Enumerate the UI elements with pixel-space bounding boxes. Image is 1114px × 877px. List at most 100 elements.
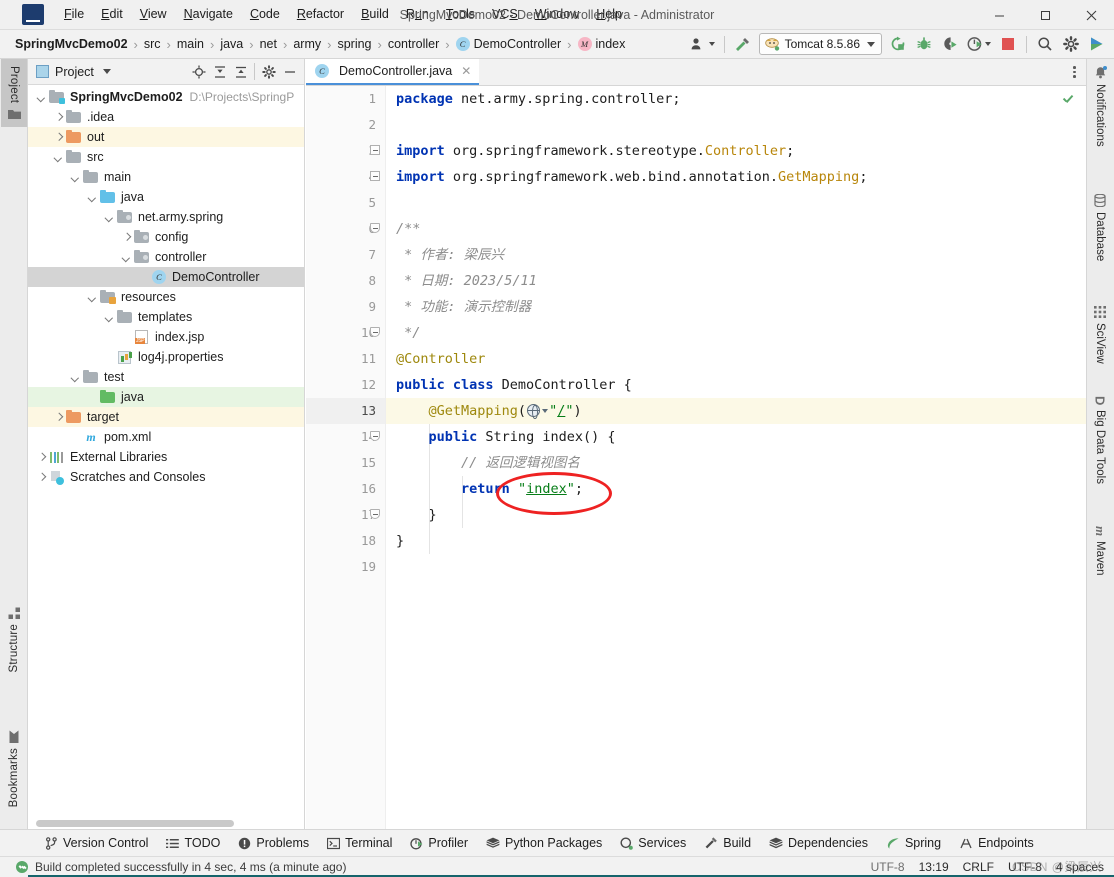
gutter-line-14[interactable]: 14 — [306, 424, 385, 450]
chevron-right-icon[interactable] — [35, 471, 48, 484]
gutter-line-2[interactable]: 2 — [306, 112, 385, 138]
code-line-4[interactable]: import org.springframework.web.bind.anno… — [386, 164, 1086, 190]
breadcrumb-item-net[interactable]: net — [257, 36, 280, 52]
tree-node-target[interactable]: target — [28, 407, 304, 427]
user-settings-icon[interactable] — [688, 32, 718, 56]
gutter-line-3[interactable]: 3 — [306, 138, 385, 164]
status-indent[interactable]: 4 spaces — [1056, 860, 1104, 874]
menu-item-view[interactable]: View — [132, 4, 175, 25]
gutter-line-4[interactable]: 4 — [306, 164, 385, 190]
tree-node-scratches-and-consoles[interactable]: Scratches and Consoles — [28, 467, 304, 487]
gutter-line-17[interactable]: 17 — [306, 502, 385, 528]
tool-window-services[interactable]: Services — [611, 833, 695, 853]
run-configuration-selector[interactable]: Tomcat 8.5.86 — [758, 33, 882, 55]
tool-window-version-control[interactable]: Version Control — [36, 833, 157, 853]
menu-item-help[interactable]: Help — [588, 4, 630, 25]
minimize-button[interactable] — [976, 0, 1022, 30]
debug-icon[interactable] — [912, 32, 936, 56]
editor-tab-democontroller[interactable]: C DemoController.java ✕ — [306, 59, 480, 85]
menu-item-navigate[interactable]: Navigate — [176, 4, 241, 25]
breadcrumb-item-spring[interactable]: spring — [334, 36, 374, 52]
tree-node-net-army-spring[interactable]: net.army.spring — [28, 207, 304, 227]
close-button[interactable] — [1068, 0, 1114, 30]
fold-toggle-icon[interactable] — [370, 509, 381, 520]
tree-node-out[interactable]: out — [28, 127, 304, 147]
code-line-13[interactable]: @GetMapping("/") — [386, 398, 1086, 424]
sidebar-item-structure[interactable]: Structure — [1, 600, 27, 679]
gutter-line-11[interactable]: 11 — [306, 346, 385, 372]
fold-toggle-icon[interactable] — [370, 327, 381, 338]
code-line-10[interactable]: */ — [386, 320, 1086, 346]
editor-gutter[interactable]: 12345678910111213141516171819 — [306, 86, 386, 829]
tool-window-problems[interactable]: Problems — [229, 833, 318, 853]
fold-toggle-icon[interactable] — [370, 171, 381, 182]
menu-item-build[interactable]: Build — [353, 4, 397, 25]
fold-toggle-icon[interactable] — [370, 431, 381, 442]
tool-window-dependencies[interactable]: Dependencies — [760, 833, 877, 853]
tree-node-index-jsp[interactable]: index.jsp — [28, 327, 304, 347]
menu-item-tools[interactable]: Tools — [438, 4, 483, 25]
gutter-line-10[interactable]: 10 — [306, 320, 385, 346]
sidebar-item-sciview[interactable]: SciView — [1087, 299, 1113, 371]
chevron-down-icon[interactable] — [69, 171, 82, 184]
chevron-right-icon[interactable] — [52, 111, 65, 124]
sidebar-item-database[interactable]: Database — [1087, 187, 1113, 268]
breadcrumb[interactable]: SpringMvcDemo02 › src › main › java › net › army › s… — [12, 36, 628, 52]
chevron-down-icon[interactable] — [120, 251, 133, 264]
settings-gear-icon[interactable] — [258, 61, 279, 82]
chevron-right-icon[interactable] — [120, 231, 133, 244]
hide-panel-icon[interactable] — [279, 61, 300, 82]
breadcrumb-item-army[interactable]: army — [290, 36, 324, 52]
code-line-12[interactable]: public class DemoController { — [386, 372, 1086, 398]
breadcrumb-item-springmvcdemo02[interactable]: SpringMvcDemo02 — [12, 36, 131, 52]
settings-gear-icon[interactable] — [1059, 32, 1083, 56]
collapse-all-icon[interactable] — [230, 61, 251, 82]
tool-window-terminal[interactable]: Terminal — [318, 833, 401, 853]
code-line-2[interactable] — [386, 112, 1086, 138]
gutter-line-7[interactable]: 7 — [306, 242, 385, 268]
chevron-down-icon[interactable] — [86, 291, 99, 304]
gutter-line-16[interactable]: 16 — [306, 476, 385, 502]
breadcrumb-item-java[interactable]: java — [217, 36, 246, 52]
tree-node-src[interactable]: src — [28, 147, 304, 167]
gutter-line-1[interactable]: 1 — [306, 86, 385, 112]
menu-item-run[interactable]: Run — [398, 4, 437, 25]
tree-node-templates[interactable]: templates — [28, 307, 304, 327]
code-line-3[interactable]: import org.springframework.stereotype.Co… — [386, 138, 1086, 164]
chevron-right-icon[interactable] — [52, 131, 65, 144]
chevron-down-icon[interactable] — [103, 211, 116, 224]
stop-icon[interactable] — [996, 32, 1020, 56]
project-tree[interactable]: SpringMvcDemo02 D:\Projects\SpringP .idea o… — [28, 85, 304, 829]
more-options-icon[interactable] — [1069, 62, 1080, 82]
chevron-down-icon[interactable] — [69, 371, 82, 384]
tree-node-main[interactable]: main — [28, 167, 304, 187]
code-line-11[interactable]: @Controller — [386, 346, 1086, 372]
code-line-1[interactable]: package net.army.spring.controller; — [386, 86, 1086, 112]
sidebar-item-project[interactable]: Project — [1, 59, 27, 128]
code-line-6[interactable]: /** — [386, 216, 1086, 242]
gutter-line-9[interactable]: 9 — [306, 294, 385, 320]
code-line-14[interactable]: public String index() { — [386, 424, 1086, 450]
close-icon[interactable]: ✕ — [461, 64, 471, 78]
status-line-separator[interactable]: CRLF — [963, 860, 994, 874]
gutter-line-19[interactable]: 19 — [306, 554, 385, 580]
sidebar-item-big-data-tools[interactable]: D Big Data Tools — [1087, 389, 1113, 491]
menu-item-vcs[interactable]: VCS — [484, 4, 526, 25]
tree-node-java[interactable]: java — [28, 387, 304, 407]
tool-window-todo[interactable]: TODO — [157, 833, 229, 853]
code-line-18[interactable]: } — [386, 528, 1086, 554]
status-file-encoding[interactable]: UTF-8 — [1008, 860, 1042, 874]
sidebar-item-maven[interactable]: m Maven — [1087, 519, 1113, 583]
breadcrumb-item-index[interactable]: Mindex — [575, 36, 629, 52]
tree-node-config[interactable]: config — [28, 227, 304, 247]
code-line-5[interactable] — [386, 190, 1086, 216]
rerun-icon[interactable] — [886, 32, 910, 56]
gutter-line-18[interactable]: 18 — [306, 528, 385, 554]
tree-node-log4j-properties[interactable]: log4j.properties — [28, 347, 304, 367]
run-with-coverage-icon[interactable] — [938, 32, 962, 56]
tool-window-python-packages[interactable]: Python Packages — [477, 833, 611, 853]
gutter-line-5[interactable]: 5 — [306, 190, 385, 216]
tool-window-build[interactable]: Build — [695, 833, 760, 853]
gutter-line-8[interactable]: 8 — [306, 268, 385, 294]
tool-window-endpoints[interactable]: Endpoints — [950, 833, 1043, 853]
